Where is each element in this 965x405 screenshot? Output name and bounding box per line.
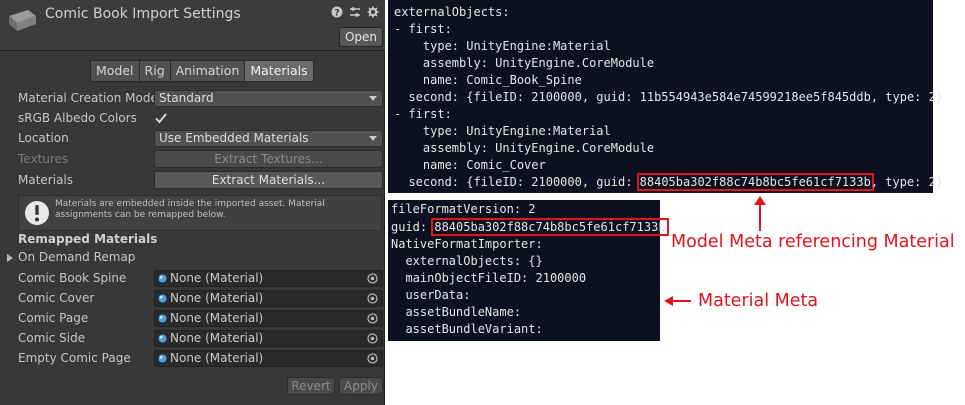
code-line: name: Comic_Cover (394, 158, 546, 172)
highlighted-guid: 88405ba302f88c74b8bc5fe61cf7133b (636, 173, 874, 191)
object-picker-icon[interactable] (367, 333, 378, 344)
material-creation-mode-value: Standard (159, 91, 214, 105)
model-asset-icon (9, 10, 36, 31)
code-line: externalObjects: (394, 5, 510, 19)
object-picker-icon[interactable] (367, 353, 378, 364)
code-line: mainObjectFileID: 2100000 (391, 271, 587, 285)
chevron-down-icon (369, 96, 377, 101)
settings-icon[interactable] (367, 6, 379, 18)
location-dropdown[interactable]: Use Embedded Materials (154, 130, 383, 147)
remap-label: Comic Page (18, 311, 89, 325)
remap-value: None (Material) (170, 271, 264, 285)
code-line: assetBundleName: (391, 305, 522, 319)
inspector-title: Comic Book Import Settings (45, 6, 241, 22)
help-text: Materials are embedded inside the import… (55, 199, 325, 220)
highlighted-guid: 88405ba302f88c74b8bc5fe61cf7133b (431, 218, 669, 236)
material-meta-terminal: fileFormatVersion: 2 guid: 88405ba302f88… (388, 200, 669, 341)
textures-label: Textures (18, 152, 69, 166)
help-icon[interactable]: ? (331, 6, 343, 19)
tab-materials[interactable]: Materials (244, 60, 314, 82)
foldout-arrow-icon[interactable] (7, 254, 13, 262)
extract-materials-button[interactable]: Extract Materials... (154, 171, 383, 189)
code-line: assembly: UnityEngine.CoreModule (394, 56, 655, 70)
material-icon (158, 294, 167, 303)
remap-label: Comic Cover (18, 291, 95, 305)
code-line: assembly: UnityEngine.CoreModule (394, 141, 655, 155)
left-arrow-icon (664, 296, 691, 306)
remap-field-comic-side[interactable]: None (Material) (154, 330, 383, 347)
srgb-albedo-checkbox[interactable] (154, 111, 168, 125)
code-text: , type: 2} (870, 175, 944, 189)
remap-label: Empty Comic Page (18, 351, 131, 365)
material-icon (158, 274, 167, 283)
code-line: type: UnityEngine:Material (394, 39, 611, 53)
open-button[interactable]: Open (339, 27, 383, 47)
code-line: userData: (391, 288, 471, 302)
model-meta-annotation: Model Meta referencing Material (671, 232, 955, 252)
material-meta-annotation: Material Meta (698, 291, 819, 311)
code-line: assetBundleVariant: (391, 322, 543, 336)
revert-button[interactable]: Revert (287, 377, 335, 395)
extract-textures-button[interactable]: Extract Textures... (154, 150, 383, 168)
code-text: second: {fileID: 2100000, guid: (394, 175, 640, 189)
code-text: guid: (391, 220, 435, 234)
object-picker-icon[interactable] (367, 313, 378, 324)
code-line: fileFormatVersion: 2 (391, 202, 536, 216)
importer-tabs: Model Rig Animation Materials (90, 60, 314, 82)
code-line: name: Comic_Book_Spine (394, 73, 582, 87)
code-line: NativeFormatImporter: (391, 237, 543, 251)
code-line-referencing-guid: second: {fileID: 2100000, guid: 88405ba3… (394, 173, 944, 191)
tab-animation[interactable]: Animation (169, 60, 245, 82)
code-line-guid: guid: 88405ba302f88c74b8bc5fe61cf7133b (391, 218, 669, 236)
material-creation-mode-dropdown[interactable]: Standard (154, 90, 383, 107)
material-icon (158, 314, 167, 323)
remap-field-comic-page[interactable]: None (Material) (154, 310, 383, 327)
svg-text:?: ? (334, 9, 339, 19)
remap-value: None (Material) (170, 291, 264, 305)
on-demand-remap-foldout[interactable]: On Demand Remap (18, 250, 135, 264)
remap-value: None (Material) (170, 311, 264, 325)
material-creation-mode-label: Material Creation Mode (18, 91, 158, 105)
remap-label: Comic Book Spine (18, 271, 127, 285)
help-box: Materials are embedded inside the import… (18, 195, 382, 231)
object-picker-icon[interactable] (367, 273, 378, 284)
material-icon (158, 334, 167, 343)
code-line: - first: (394, 107, 452, 121)
preset-icon[interactable] (349, 6, 361, 18)
info-icon (25, 201, 49, 225)
object-picker-icon[interactable] (367, 293, 378, 304)
material-icon (158, 354, 167, 363)
remap-label: Comic Side (18, 331, 86, 345)
import-settings-inspector: Comic Book Import Settings ? Open Model … (0, 0, 385, 405)
code-line: externalObjects: {} (391, 254, 543, 268)
location-label: Location (18, 131, 69, 145)
code-line: second: {fileID: 2100000, guid: 11b55494… (394, 90, 944, 104)
remap-value: None (Material) (170, 351, 264, 365)
chevron-down-icon (369, 136, 377, 141)
remap-field-comic-book-spine[interactable]: None (Material) (154, 270, 383, 287)
up-arrow-icon (754, 196, 766, 231)
remapped-materials-header: Remapped Materials (18, 232, 158, 246)
remap-field-empty-comic-page[interactable]: None (Material) (154, 350, 383, 367)
remap-value: None (Material) (170, 331, 264, 345)
materials-label: Materials (18, 173, 74, 187)
tab-model[interactable]: Model (90, 60, 139, 82)
model-meta-terminal: externalObjects: - first: type: UnityEng… (388, 0, 943, 193)
srgb-albedo-label: sRGB Albedo Colors (18, 111, 137, 125)
code-line: - first: (394, 22, 452, 36)
location-value: Use Embedded Materials (159, 131, 309, 145)
code-line: type: UnityEngine:Material (394, 124, 611, 138)
remap-field-comic-cover[interactable]: None (Material) (154, 290, 383, 307)
inspector-header: Comic Book Import Settings ? Open (0, 0, 385, 51)
tab-rig[interactable]: Rig (138, 60, 170, 82)
apply-button[interactable]: Apply (339, 377, 383, 395)
